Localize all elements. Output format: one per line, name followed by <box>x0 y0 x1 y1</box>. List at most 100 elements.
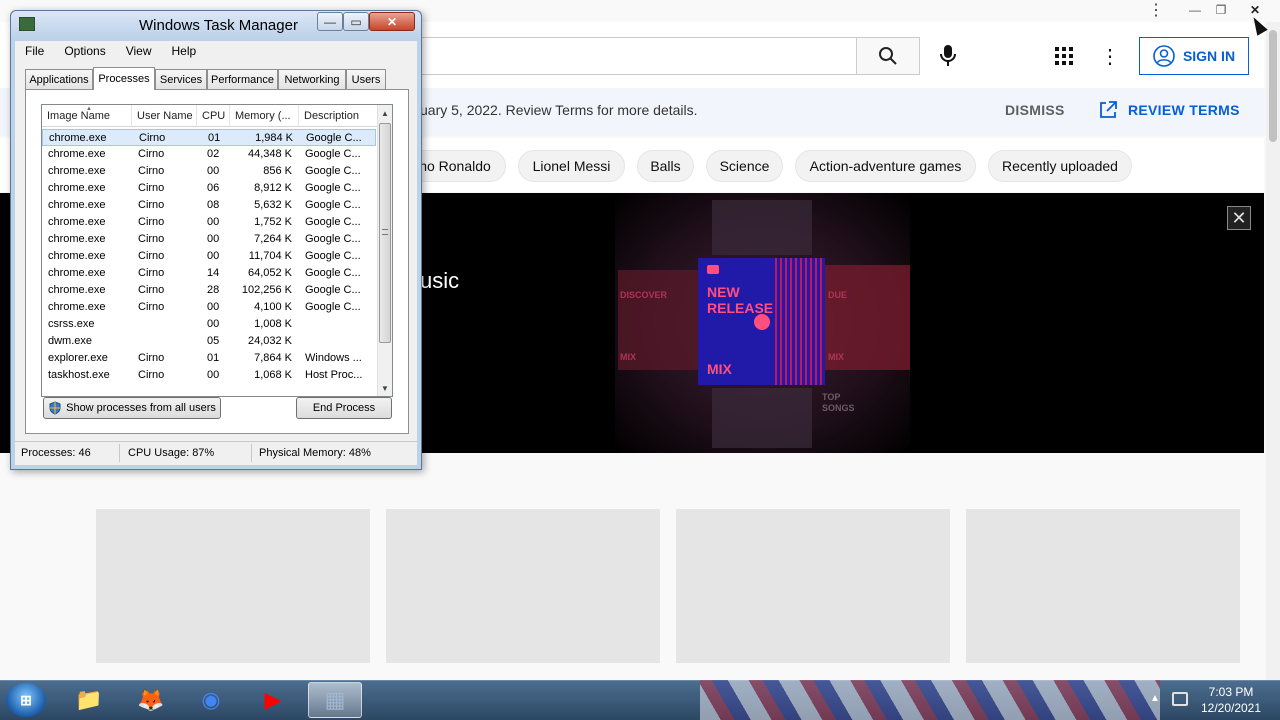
cell-memory: 7,864 K <box>254 352 292 364</box>
browser-restore-button[interactable]: ❐ <box>1210 2 1232 18</box>
scroll-grip-icon <box>382 229 388 235</box>
close-button[interactable]: ✕ <box>369 12 415 31</box>
taskbar-clock[interactable]: 7:03 PM 12/20/2021 <box>1196 684 1266 716</box>
cell-memory: 24,032 K <box>247 335 292 347</box>
video-thumbnail[interactable] <box>386 509 660 663</box>
tray-expand-icon[interactable]: ▲ <box>1150 693 1160 704</box>
table-row[interactable]: chrome.exe Cirno 00 856 K Google C... <box>42 163 376 180</box>
cell-memory: 102,256 K <box>241 284 292 296</box>
search-input[interactable] <box>410 37 858 75</box>
sign-in-label: SIGN IN <box>1182 48 1236 64</box>
new-release-dot <box>754 314 770 330</box>
tab-applications[interactable]: Applications <box>25 69 93 89</box>
table-row[interactable]: explorer.exe Cirno 01 7,864 K Windows ... <box>42 350 376 367</box>
tab-users[interactable]: Users <box>346 69 386 89</box>
tab-services[interactable]: Services <box>155 69 207 89</box>
chip-balls[interactable]: Balls <box>637 150 694 182</box>
table-row[interactable]: chrome.exe Cirno 06 8,912 K Google C... <box>42 180 376 197</box>
apps-button[interactable] <box>1050 42 1078 70</box>
table-row[interactable]: chrome.exe Cirno 00 4,100 K Google C... <box>42 299 376 316</box>
column-description[interactable]: Description <box>299 105 378 127</box>
chip-recently-uploaded[interactable]: Recently uploaded <box>988 150 1132 182</box>
taskbar-youtube-button[interactable]: ▶ <box>246 682 300 718</box>
browser-minimize-button[interactable]: — <box>1184 2 1206 18</box>
cell-cpu: 00 <box>207 250 220 262</box>
menu-view[interactable]: View <box>116 44 162 58</box>
taskbar-chrome-button[interactable]: ◉ <box>184 682 238 718</box>
tab-networking[interactable]: Networking <box>278 69 346 89</box>
table-row[interactable]: taskhost.exe Cirno 00 1,068 K Host Proc... <box>42 367 376 384</box>
cell-cpu: 00 <box>207 216 220 228</box>
cell-cpu: 01 <box>207 352 220 364</box>
cell-description: Google C... <box>305 216 361 228</box>
search-button[interactable] <box>856 37 920 75</box>
cell-memory: 1,984 K <box>255 132 293 144</box>
menu-file[interactable]: File <box>15 44 54 58</box>
table-row[interactable]: chrome.exe Cirno 08 5,632 K Google C... <box>42 197 376 214</box>
tab-performance[interactable]: Performance <box>207 69 278 89</box>
table-row[interactable]: chrome.exe Cirno 00 7,264 K Google C... <box>42 231 376 248</box>
column-memory[interactable]: Memory (... <box>230 105 299 127</box>
process-list[interactable]: Image Name ▲ User Name CPU Memory (... D… <box>41 104 393 397</box>
table-row[interactable]: csrss.exe 00 1,008 K <box>42 316 376 333</box>
cell-cpu: 28 <box>207 284 220 296</box>
cell-memory: 64,052 K <box>247 267 292 279</box>
menu-options[interactable]: Options <box>54 44 115 58</box>
table-row[interactable]: chrome.exe Cirno 02 44,348 K Google C... <box>42 146 376 163</box>
video-thumbnail[interactable] <box>96 509 370 663</box>
taskbar-explorer-button[interactable]: 📁 <box>62 682 116 718</box>
sign-in-button[interactable]: SIGN IN <box>1139 37 1249 75</box>
table-row[interactable]: chrome.exe Cirno 00 11,704 K Google C... <box>42 248 376 265</box>
chip-action-adventure[interactable]: Action-adventure games <box>795 150 976 182</box>
start-button[interactable]: ⊞ <box>6 683 46 717</box>
taskbar-firefox-button[interactable]: 🦊 <box>124 682 178 718</box>
voice-search-button[interactable] <box>928 37 968 75</box>
cell-image: chrome.exe <box>48 216 106 228</box>
menu-help[interactable]: Help <box>162 44 207 58</box>
review-terms-button[interactable]: REVIEW TERMS <box>1098 100 1240 120</box>
cell-user: Cirno <box>138 199 165 211</box>
status-separator <box>119 444 120 462</box>
cell-cpu: 00 <box>207 233 220 245</box>
process-list-header: Image Name ▲ User Name CPU Memory (... D… <box>42 105 378 127</box>
table-row[interactable]: chrome.exe Cirno 01 1,984 K Google C... <box>42 129 376 146</box>
video-thumbnail[interactable] <box>676 509 950 663</box>
settings-more-button[interactable]: ⋮ <box>1098 42 1122 70</box>
dismiss-button[interactable]: DISMISS <box>1005 102 1065 118</box>
table-row[interactable]: dwm.exe 05 24,032 K <box>42 333 376 350</box>
firefox-icon: 🦊 <box>137 687 165 712</box>
page-scrollbar-thumb[interactable] <box>1269 30 1277 142</box>
search-icon <box>879 47 897 65</box>
cell-memory: 1,752 K <box>254 216 292 228</box>
network-icon[interactable] <box>1172 692 1188 706</box>
table-row[interactable]: chrome.exe Cirno 28 102,256 K Google C... <box>42 282 376 299</box>
end-process-button[interactable]: End Process <box>296 397 392 419</box>
chip-science[interactable]: Science <box>706 150 783 182</box>
hero-close-button[interactable]: ✕ <box>1227 206 1251 230</box>
video-thumbnail[interactable] <box>966 509 1240 663</box>
minimize-button[interactable]: — <box>317 12 343 31</box>
column-user-name[interactable]: User Name <box>132 105 197 127</box>
task-manager-icon: ▦ <box>324 687 346 712</box>
scroll-up-icon[interactable]: ▲ <box>377 105 392 121</box>
chip-lionel-messi[interactable]: Lionel Messi <box>518 150 625 182</box>
cell-description: Host Proc... <box>305 369 363 381</box>
cell-image: chrome.exe <box>48 182 106 194</box>
scroll-down-icon[interactable]: ▼ <box>377 380 392 396</box>
cell-user: Cirno <box>138 352 165 364</box>
status-cpu-usage: CPU Usage: 87% <box>128 447 215 459</box>
table-row[interactable]: chrome.exe Cirno 14 64,052 K Google C... <box>42 265 376 282</box>
cell-image: csrss.exe <box>48 318 95 330</box>
table-row[interactable]: chrome.exe Cirno 00 1,752 K Google C... <box>42 214 376 231</box>
cell-image: chrome.exe <box>48 148 106 160</box>
hero-tile <box>712 200 812 255</box>
show-all-processes-button[interactable]: Show processes from all users <box>43 397 221 419</box>
tab-processes[interactable]: Processes <box>93 67 155 90</box>
cell-cpu: 01 <box>208 132 221 144</box>
browser-menu-icon[interactable]: ⋮ <box>1148 2 1164 19</box>
task-manager-window: Windows Task Manager — ▭ ✕ File Options … <box>10 10 422 470</box>
taskbar-task-manager-button[interactable]: ▦ <box>308 682 362 718</box>
hero-title: usic <box>420 268 460 293</box>
column-cpu[interactable]: CPU <box>197 105 230 127</box>
maximize-button[interactable]: ▭ <box>343 12 369 31</box>
